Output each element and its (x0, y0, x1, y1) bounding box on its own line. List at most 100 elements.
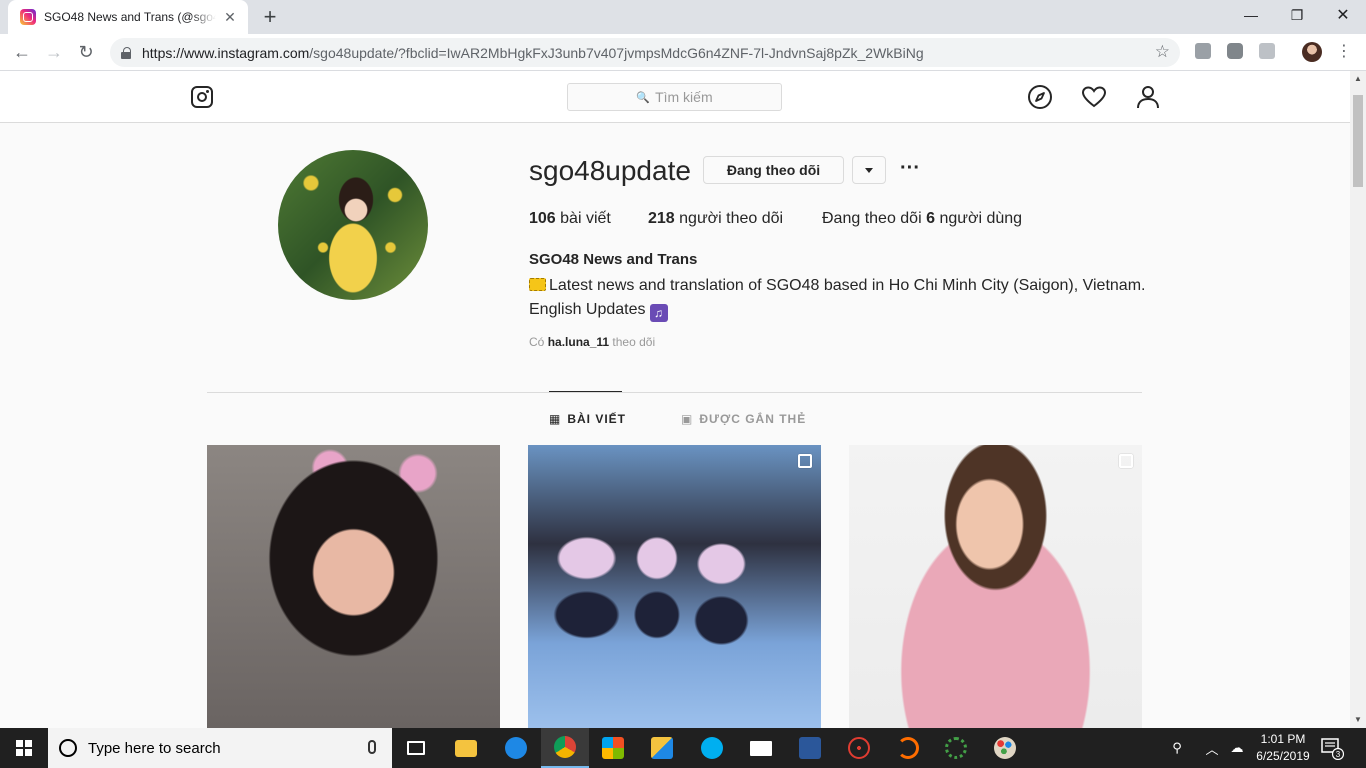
browser-toolbar: ← → ↻ https://www.instagram.com/sgo48upd… (0, 34, 1366, 71)
following-count-value: 6 (926, 210, 935, 227)
word-icon[interactable] (786, 728, 834, 768)
address-bar[interactable]: https://www.instagram.com/sgo48update/?f… (110, 38, 1180, 67)
tab-posts-label: BÀI VIẾT (567, 412, 627, 426)
green-ring-app-icon[interactable] (932, 728, 980, 768)
forward-button[interactable]: → (40, 38, 68, 66)
search-placeholder: Tìm kiếm (655, 89, 713, 105)
cortana-icon (59, 739, 77, 757)
followed-by-suffix: theo dõi (612, 335, 656, 349)
reload-button[interactable]: ↻ (72, 38, 100, 66)
back-button[interactable]: ← (8, 38, 36, 66)
profile-username: sgo48update (529, 155, 691, 186)
browser-menu-icon[interactable]: ⋮ (1336, 41, 1352, 63)
music-note-emoji-icon: ♫ (649, 304, 668, 322)
followed-by-user: ha.luna_11 (547, 335, 610, 349)
grid-icon: ▦ (549, 412, 562, 426)
profile-user-icon[interactable] (1135, 84, 1161, 110)
chrome-browser-icon[interactable] (541, 728, 589, 768)
lock-icon (121, 47, 131, 59)
posts-count-value: 106 (529, 210, 556, 227)
following-suffix: người dùng (939, 210, 1023, 227)
skype-icon[interactable] (688, 728, 736, 768)
taskbar-search-box[interactable]: Type here to search (48, 728, 392, 768)
url-host: https://www.instagram.com (142, 45, 310, 61)
tab-close-icon[interactable]: ✕ (222, 9, 238, 25)
post-thumbnail[interactable] (849, 445, 1142, 728)
task-view-icon[interactable] (392, 728, 440, 768)
taskbar-search-placeholder: Type here to search (88, 739, 221, 757)
close-window-button[interactable]: ✕ (1320, 0, 1366, 30)
search-input[interactable]: 🔍 Tìm kiếm (567, 83, 782, 111)
mail-icon[interactable] (737, 728, 785, 768)
page-viewport: 🔍 Tìm kiếm sgo48update Đang theo dõi ···… (0, 71, 1350, 728)
start-button[interactable] (0, 728, 48, 768)
followed-by[interactable]: Có ha.luna_11 theo dõi (529, 335, 655, 349)
notification-count: 3 (1336, 750, 1341, 759)
tabs-divider (207, 392, 1142, 393)
followers-count-value: 218 (648, 210, 675, 227)
explore-compass-icon[interactable] (1027, 84, 1053, 110)
browser-tab-strip: SGO48 News and Trans (@sgo48update) • In… (0, 0, 1366, 34)
file-explorer-icon[interactable] (442, 728, 490, 768)
extension-grid-icon[interactable] (1259, 43, 1275, 59)
ticket-emoji-icon (529, 278, 546, 291)
tab-posts[interactable]: ▦ BÀI VIẾT (549, 412, 626, 426)
taskbar-clock[interactable]: 1:01 PM 6/25/2019 (1252, 731, 1314, 765)
carousel-multi-photo-icon (1119, 454, 1133, 468)
posts-count-label: bài viết (560, 210, 611, 227)
extension-cube-icon[interactable] (1227, 43, 1243, 59)
tab-title: SGO48 News and Trans (@sgo48update) • In… (44, 10, 216, 24)
profile-full-name: SGO48 News and Trans (529, 251, 698, 268)
scroll-up-arrow-icon[interactable]: ▲ (1350, 71, 1366, 87)
action-center-icon[interactable]: 3 (1320, 736, 1344, 760)
photos-app-icon[interactable] (638, 728, 686, 768)
clock-date: 6/25/2019 (1256, 749, 1310, 763)
tab-tagged[interactable]: ▣ ĐƯỢC GẮN THẺ (681, 412, 806, 426)
followers-count[interactable]: 218 người theo dõi (648, 210, 783, 228)
instagram-logo-icon[interactable] (191, 86, 213, 108)
bookmark-star-icon[interactable]: ☆ (1155, 42, 1170, 62)
followed-by-prefix: Có (529, 335, 545, 349)
page-scrollbar[interactable]: ▲ ▼ (1350, 71, 1366, 728)
microsoft-store-icon[interactable] (589, 728, 637, 768)
post-thumbnail[interactable] (528, 445, 821, 728)
scroll-down-arrow-icon[interactable]: ▼ (1350, 712, 1366, 728)
tagged-portrait-icon: ▣ (681, 412, 694, 426)
edge-browser-icon[interactable] (492, 728, 540, 768)
spider-web-app-icon[interactable] (835, 728, 883, 768)
activity-heart-icon[interactable] (1081, 84, 1107, 110)
instagram-header: 🔍 Tìm kiếm (0, 71, 1350, 123)
new-tab-button[interactable]: + (258, 5, 282, 29)
suggestions-dropdown-button[interactable] (852, 156, 886, 184)
orange-app-icon[interactable] (884, 728, 932, 768)
following-count[interactable]: Đang theo dõi 6 người dùng (822, 210, 1022, 228)
active-tab-indicator (549, 391, 622, 392)
followers-count-label: người theo dõi (679, 210, 784, 227)
search-icon: 🔍 (636, 91, 651, 104)
minimize-button[interactable]: — (1228, 0, 1274, 30)
windows-logo-icon (16, 740, 32, 756)
bio-line-1: Latest news and translation of SGO48 bas… (549, 277, 1146, 294)
instagram-favicon-icon (20, 9, 36, 25)
url-path: /sgo48update/?fbclid=IwAR2MbHgkFxJ3unb7v… (309, 45, 924, 61)
paint-app-icon[interactable] (981, 728, 1029, 768)
profile-avatar[interactable] (278, 150, 428, 300)
clock-time: 1:01 PM (1260, 732, 1306, 746)
scrollbar-thumb[interactable] (1353, 95, 1363, 187)
caret-down-icon (865, 167, 873, 173)
people-icon[interactable]: ⚲ (1166, 728, 1188, 768)
onedrive-cloud-icon[interactable]: ☁ (1226, 728, 1248, 768)
profile-avatar-icon[interactable] (1302, 42, 1322, 62)
following-button[interactable]: Đang theo dõi (703, 156, 844, 184)
microphone-icon[interactable] (368, 740, 376, 754)
post-thumbnail[interactable] (207, 445, 500, 728)
more-options-icon[interactable]: ··· (898, 156, 922, 184)
following-prefix: Đang theo dõi (822, 210, 922, 227)
show-hidden-icons-chevron-icon[interactable]: ︿ (1202, 728, 1222, 768)
url-text: https://www.instagram.com/sgo48update/?f… (142, 45, 924, 61)
windows-taskbar: Type here to search ⚲ ︿ ☁ 1:01 PM 6/25/2… (0, 728, 1366, 768)
browser-tab-instagram[interactable]: SGO48 News and Trans (@sgo48update) • In… (8, 0, 248, 34)
extension-cast-icon[interactable] (1195, 43, 1211, 59)
carousel-multi-photo-icon (798, 454, 812, 468)
restore-button[interactable]: ❐ (1274, 0, 1320, 30)
